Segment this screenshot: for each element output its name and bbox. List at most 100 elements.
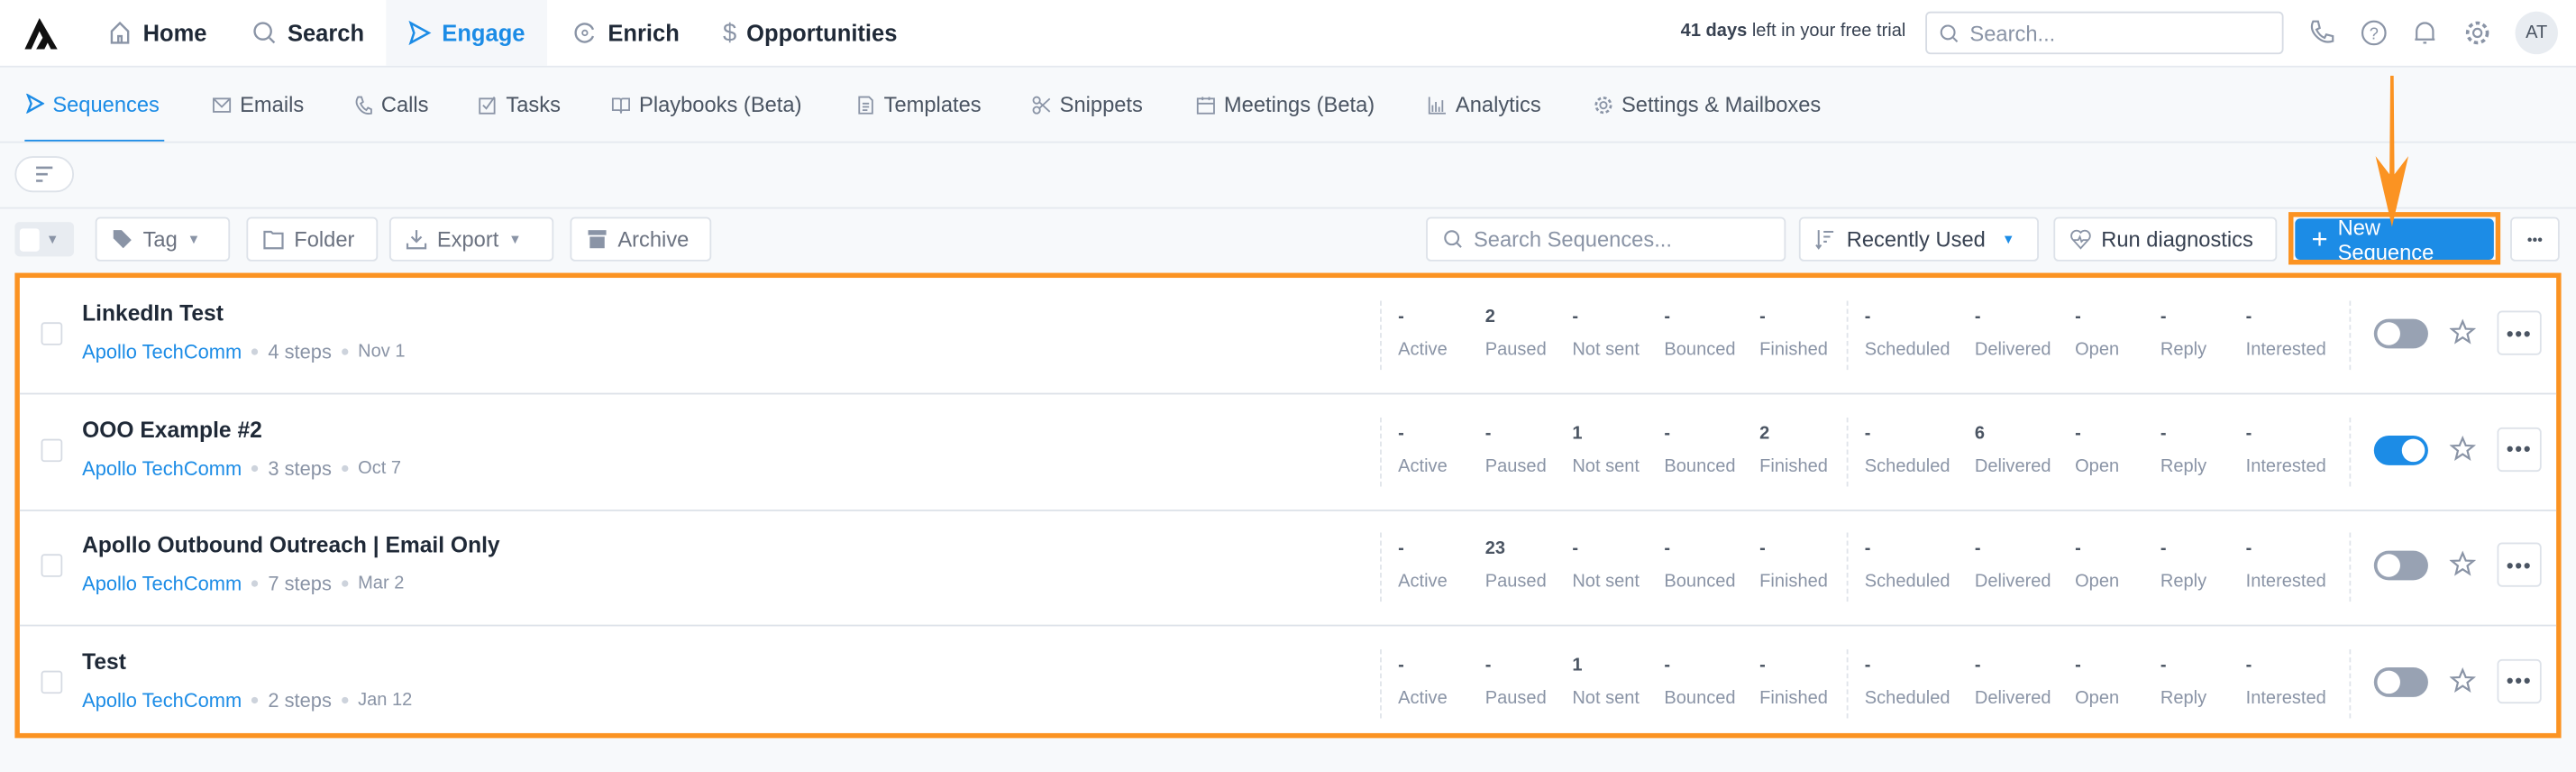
row-more-button[interactable]: ••• [2497,657,2542,703]
help-icon[interactable]: ? [2359,18,2389,48]
row-more-button[interactable]: ••• [2497,310,2542,355]
nav-opportunities[interactable]: $ Opportunities [703,0,917,66]
sequence-row[interactable]: Apollo Outbound Outreach | Email Only Apo… [19,510,2557,627]
global-search-input[interactable]: Search... [1925,11,2284,55]
star-icon[interactable] [2449,318,2476,345]
tab-label: Playbooks (Beta) [639,92,802,117]
sequence-title[interactable]: OOO Example #2 [82,417,262,441]
stats-divider [2349,532,2352,602]
tab-tasks[interactable]: Tasks [478,68,561,142]
row-more-button[interactable]: ••• [2497,542,2542,587]
search-sequences-input[interactable]: Search Sequences... [1426,216,1786,262]
select-all-dropdown[interactable]: ▼ [14,222,75,257]
tab-analytics[interactable]: Analytics [1428,68,1541,142]
stat-label: Reply [2160,340,2207,361]
document-icon [858,95,873,114]
star-icon[interactable] [2449,435,2476,461]
stat-value: - [1572,307,1579,327]
send-icon [408,20,432,46]
tab-playbooks-beta[interactable]: Playbooks (Beta) [611,68,801,142]
stat-value: - [2245,655,2252,676]
star-icon[interactable] [2449,666,2476,693]
stat-label: Reply [2160,455,2207,476]
tab-sequences[interactable]: Sequences [24,68,165,142]
row-checkbox[interactable] [41,322,63,345]
sequence-owner[interactable]: Apollo TechComm [82,572,242,595]
sequence-title[interactable]: LinkedIn Test [82,301,224,326]
svg-text:?: ? [2370,25,2379,43]
row-checkbox[interactable] [41,437,63,462]
star-icon[interactable] [2449,550,2476,577]
separator-dot [251,348,259,355]
stats-divider [2349,417,2352,486]
stat-finished: - Finished [1759,533,1847,602]
sequence-title[interactable]: Test [82,648,126,673]
nav-engage[interactable]: Engage [386,0,547,66]
sequence-row[interactable]: Test Apollo TechComm 2 steps Jan 12- Active -… [20,626,2556,742]
stat-interested: - Interested [2246,533,2350,602]
nav-label: Engage [442,19,525,47]
archive-button[interactable]: Archive [570,216,712,262]
sequence-active-toggle[interactable] [2373,666,2428,696]
sequence-active-toggle[interactable] [2373,550,2428,581]
filter-toggle-button[interactable] [14,156,75,193]
more-options-button[interactable]: ••• [2510,216,2560,262]
tab-meetings-beta[interactable]: Meetings (Beta) [1196,68,1375,142]
nav-enrich[interactable]: Enrich [552,0,699,66]
stat-label: Paused [1484,687,1547,708]
mail-icon [213,96,232,112]
sequence-stats: - Active 23 Paused - Not sent - Bounced - Finishe… [1380,532,2352,602]
sort-dropdown[interactable]: Recently Used ▼ [1798,216,2039,262]
stat-value: - [1398,307,1404,327]
stat-paused: 23 Paused [1485,533,1573,602]
stat-value: 2 [1759,423,1770,444]
stat-not-sent: 1 Not sent [1572,648,1664,718]
tab-settings-mailboxes[interactable]: Settings & Mailboxes [1594,68,1821,142]
sequence-owner[interactable]: Apollo TechComm [82,340,242,363]
sequence-steps: 4 steps [268,340,332,363]
tab-calls[interactable]: Calls [353,68,429,142]
caret-down-icon: ▼ [2002,232,2015,247]
user-avatar[interactable]: AT [2515,11,2558,55]
checkbox-icon [479,96,496,114]
row-checkbox[interactable] [41,554,63,577]
export-button[interactable]: Export ▼ [388,216,554,262]
stat-label: Scheduled [1864,572,1950,593]
home-icon [110,21,130,44]
button-label: Tag [142,226,178,252]
sequence-stats: - Active - Paused 1 Not sent - Bounced 2 Finished… [1380,417,2352,486]
sequence-owner[interactable]: Apollo TechComm [82,688,242,712]
stat-reply: - Reply [2160,301,2246,371]
sequence-active-toggle[interactable] [2373,318,2428,349]
apollo-logo-icon[interactable] [24,18,58,50]
stat-value: - [2075,655,2081,676]
nav-search[interactable]: Search [232,0,384,66]
bell-icon[interactable] [2410,18,2440,48]
sequence-list: LinkedIn Test Apollo TechComm 4 steps Nov 1… [14,272,2562,742]
stats-group: - Scheduled 6 Delivered - Open - Reply - Interest… [1846,417,2350,486]
nav-home[interactable]: Home [87,0,227,66]
sequence-active-toggle[interactable] [2373,435,2428,464]
phone-icon[interactable] [2307,18,2336,48]
folder-button[interactable]: Folder [246,216,379,262]
sequence-row[interactable]: OOO Example #2 Apollo TechComm 3 steps Oct … [19,394,2557,510]
sequence-title[interactable]: Apollo Outbound Outreach | Email Only [82,533,500,557]
settings-gear-icon[interactable] [2462,18,2492,48]
row-more-button[interactable]: ••• [2497,426,2542,472]
tab-templates[interactable]: Templates [856,68,982,142]
tab-label: Analytics [1455,92,1541,117]
sequence-row[interactable]: LinkedIn Test Apollo TechComm 4 steps Nov 1… [19,278,2557,395]
row-checkbox[interactable] [41,669,63,694]
stat-label: Delivered [1974,455,2051,476]
stat-finished: - Finished [1759,648,1847,718]
tab-snippets[interactable]: Snippets [1032,68,1143,142]
trial-notice: 41 days left in your free trial [1681,22,1906,41]
sequence-owner[interactable]: Apollo TechComm [82,456,242,480]
select-all-checkbox[interactable] [19,227,40,251]
tag-button[interactable]: Tag ▼ [95,216,231,262]
run-diagnostics-button[interactable]: Run diagnostics [2053,216,2278,262]
stat-open: - Open [2075,417,2160,486]
stat-value: - [1664,538,1671,559]
stat-delivered: - Delivered [1975,301,2075,371]
tab-emails[interactable]: Emails [212,68,304,142]
